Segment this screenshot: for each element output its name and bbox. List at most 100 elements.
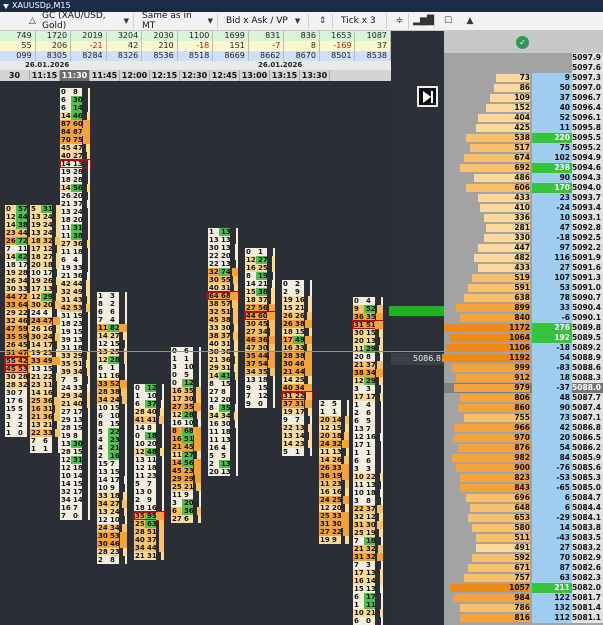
volume-bar	[308, 408, 312, 416]
symbol-selector[interactable]: △ GC (XAU/USD, Gold) ▼	[22, 11, 134, 31]
cluster-cell: 11 18	[208, 428, 238, 436]
ask-volume: 35	[221, 404, 231, 412]
cluster-cell: 13 25	[97, 348, 127, 356]
ask-volume: 59	[18, 333, 28, 341]
bid-volume: 2	[135, 496, 140, 504]
cluster-cell: 17 49	[282, 336, 312, 344]
tick-mode-selector[interactable]: Tick x 3	[337, 13, 387, 29]
profile-volume: 982	[514, 453, 530, 462]
volume-bar	[381, 561, 383, 569]
collapse-icon[interactable]	[3, 3, 9, 9]
cluster-column[interactable]: 0 2 2 9 19 16 15 21 26 26 26 38 18 15 17 49 16 33 28 38 30 46…	[281, 280, 313, 456]
cluster-cell: 14 15	[60, 480, 90, 488]
volume-bar	[305, 400, 312, 408]
cluster-cell: 45 23	[171, 467, 201, 475]
histogram-button[interactable]: ▂▆█	[413, 13, 435, 29]
volume-bar	[381, 601, 383, 609]
scroll-to-end-button[interactable]	[417, 86, 438, 107]
volume-profile[interactable]: ✓ 5097.9 5097.6 73 9 5097.3 86 50 5097.0 109 37 50…	[442, 31, 603, 625]
bid-volume: 18	[61, 216, 71, 224]
cluster-column[interactable]: 1 3 8 2 6 6 7 4 11 82 14 27 12 15 13 25 12 28 6 1 11 16 33 52 28…	[97, 292, 127, 564]
bid-volume: 10	[135, 440, 145, 448]
profile-volume: 1064	[509, 333, 530, 342]
price-label: 5089.5	[572, 333, 603, 343]
cluster-cell: 16 30	[208, 420, 238, 428]
profile-row: 281 47 5092.8	[444, 223, 603, 233]
bid-volume: 37	[246, 360, 256, 368]
profile-delta: 10	[532, 213, 572, 223]
cluster-cell: 32 12	[353, 513, 383, 521]
cluster-column[interactable]: 0 1 12 27 16 25 8 19 14 21 15 38 18 37 27 56 44 60 30 45 27 3…	[244, 248, 276, 408]
ask-volume: 8	[366, 353, 371, 361]
bid-volume: 13	[98, 468, 108, 476]
cluster-cell: 14 41	[208, 372, 238, 380]
ask-volume: 15	[73, 424, 83, 432]
settings-check-icon[interactable]: ✓	[516, 36, 529, 49]
profile-delta: 122	[532, 593, 572, 603]
cluster-column[interactable]: 0 8 6 30 6 14 14 46 87 60 84 87 70 75 45 47 40 27 14 13 19 28…	[59, 88, 91, 520]
cluster-chart[interactable]: 0 57 12 44 14 38 23 44 26 72 7 11 14 42 18 17 19 28 26 34 30…	[0, 81, 391, 625]
cluster-column[interactable]: 5 31 13 24 19 24 13 24 18 32 17 12 18 27 20 18 10 17 19 26 1…	[30, 205, 60, 453]
cluster-column[interactable]: 2 5 1 1 20 14 12 15 20 18 24 32 11 13 14 26 26 33 36 19 11 23…	[319, 400, 349, 544]
cluster-cell: 27 22	[319, 528, 349, 536]
volume-bar	[159, 416, 164, 424]
bid-volume: 11	[320, 480, 330, 488]
cluster-cell: 1 11	[353, 601, 383, 609]
cluster-column[interactable]: 0 12 1 10 6 37 28 40 41 41 14 8 0 18 10 20 12 48 13 11 12 18 1…	[133, 384, 165, 560]
volume-bar	[380, 609, 383, 617]
bid-volume: 37	[283, 400, 293, 408]
window-button[interactable]: ☐	[439, 14, 457, 29]
window-icon: ☐	[443, 16, 453, 26]
volume-bar	[123, 548, 127, 556]
volume-bar	[381, 593, 383, 601]
cluster-cell: 13 15	[30, 365, 60, 373]
cluster-cell: 14 17	[97, 476, 127, 484]
delta-row: 55 206 -21 42 210 -18 151 -7 8 -169 37	[0, 41, 392, 51]
volume-bar	[381, 449, 383, 457]
bid-volume: 40	[61, 152, 71, 160]
cluster-cell: 27 34	[245, 328, 275, 336]
tick-adjust-button[interactable]: ⇕	[313, 13, 333, 29]
compress-button[interactable]: ≑	[391, 13, 409, 29]
ask-volume: 11	[147, 456, 157, 464]
volume-bar	[162, 432, 164, 440]
cluster-cell: 31 30	[353, 521, 383, 529]
bid-volume: 13	[283, 432, 293, 440]
profile-volume: 580	[514, 523, 530, 532]
cluster-column[interactable]: 0611310050121635173027351228161086816512…	[171, 347, 201, 523]
volume-bar	[347, 408, 349, 416]
cluster-cell: 13 24	[97, 508, 127, 516]
cluster-cell: 12 28	[171, 411, 201, 419]
volume-bar	[125, 516, 127, 524]
volume-bar	[234, 284, 238, 292]
cluster-column[interactable]: 1 13 13 13 30 13 22 20 22 13 32 74 30 55 40 31 64 68 38 57 3…	[207, 228, 239, 476]
volume-bar	[86, 288, 90, 296]
volume-bar	[122, 396, 127, 404]
profile-delta: 70	[532, 553, 572, 563]
cluster-cell: 31 43	[60, 296, 90, 304]
period-mode-selector[interactable]: Same as in MT ▼	[138, 11, 218, 31]
ask-volume: 13	[221, 436, 231, 444]
volume-bar	[88, 256, 90, 264]
ask-volume: 14	[73, 496, 83, 504]
cluster-cell: 16 31	[30, 405, 60, 413]
volume-bar	[121, 388, 127, 396]
cluster-column[interactable]: 0 4 9 52 36 35 31 51 30 15 20 13 11 29 20 8 21 37 38 34 12 29…	[352, 297, 384, 625]
cluster-mode-selector[interactable]: Bid x Ask / VP ▼	[222, 13, 309, 29]
collapse-panel-button[interactable]: ▲	[461, 14, 479, 29]
ask-volume: 12	[258, 392, 268, 400]
ask-volume: 3	[366, 465, 371, 473]
cluster-cell: 11 13	[208, 436, 238, 444]
bid-volume: 16	[209, 420, 219, 428]
ask-volume: 17	[366, 393, 376, 401]
profile-row: 109 37 5096.7	[444, 93, 603, 103]
cluster-cell: 16 16	[319, 488, 349, 496]
cluster-cell: 13 18	[245, 376, 275, 384]
bid-volume: 31	[320, 520, 330, 528]
cluster-cell: 22 13	[208, 260, 238, 268]
volume-bar	[381, 617, 383, 625]
cluster-cell: 2 16	[97, 452, 127, 460]
cluster-cell: 4 21	[97, 444, 127, 452]
volume-bar	[162, 472, 164, 480]
bid-volume: 7	[98, 316, 103, 324]
